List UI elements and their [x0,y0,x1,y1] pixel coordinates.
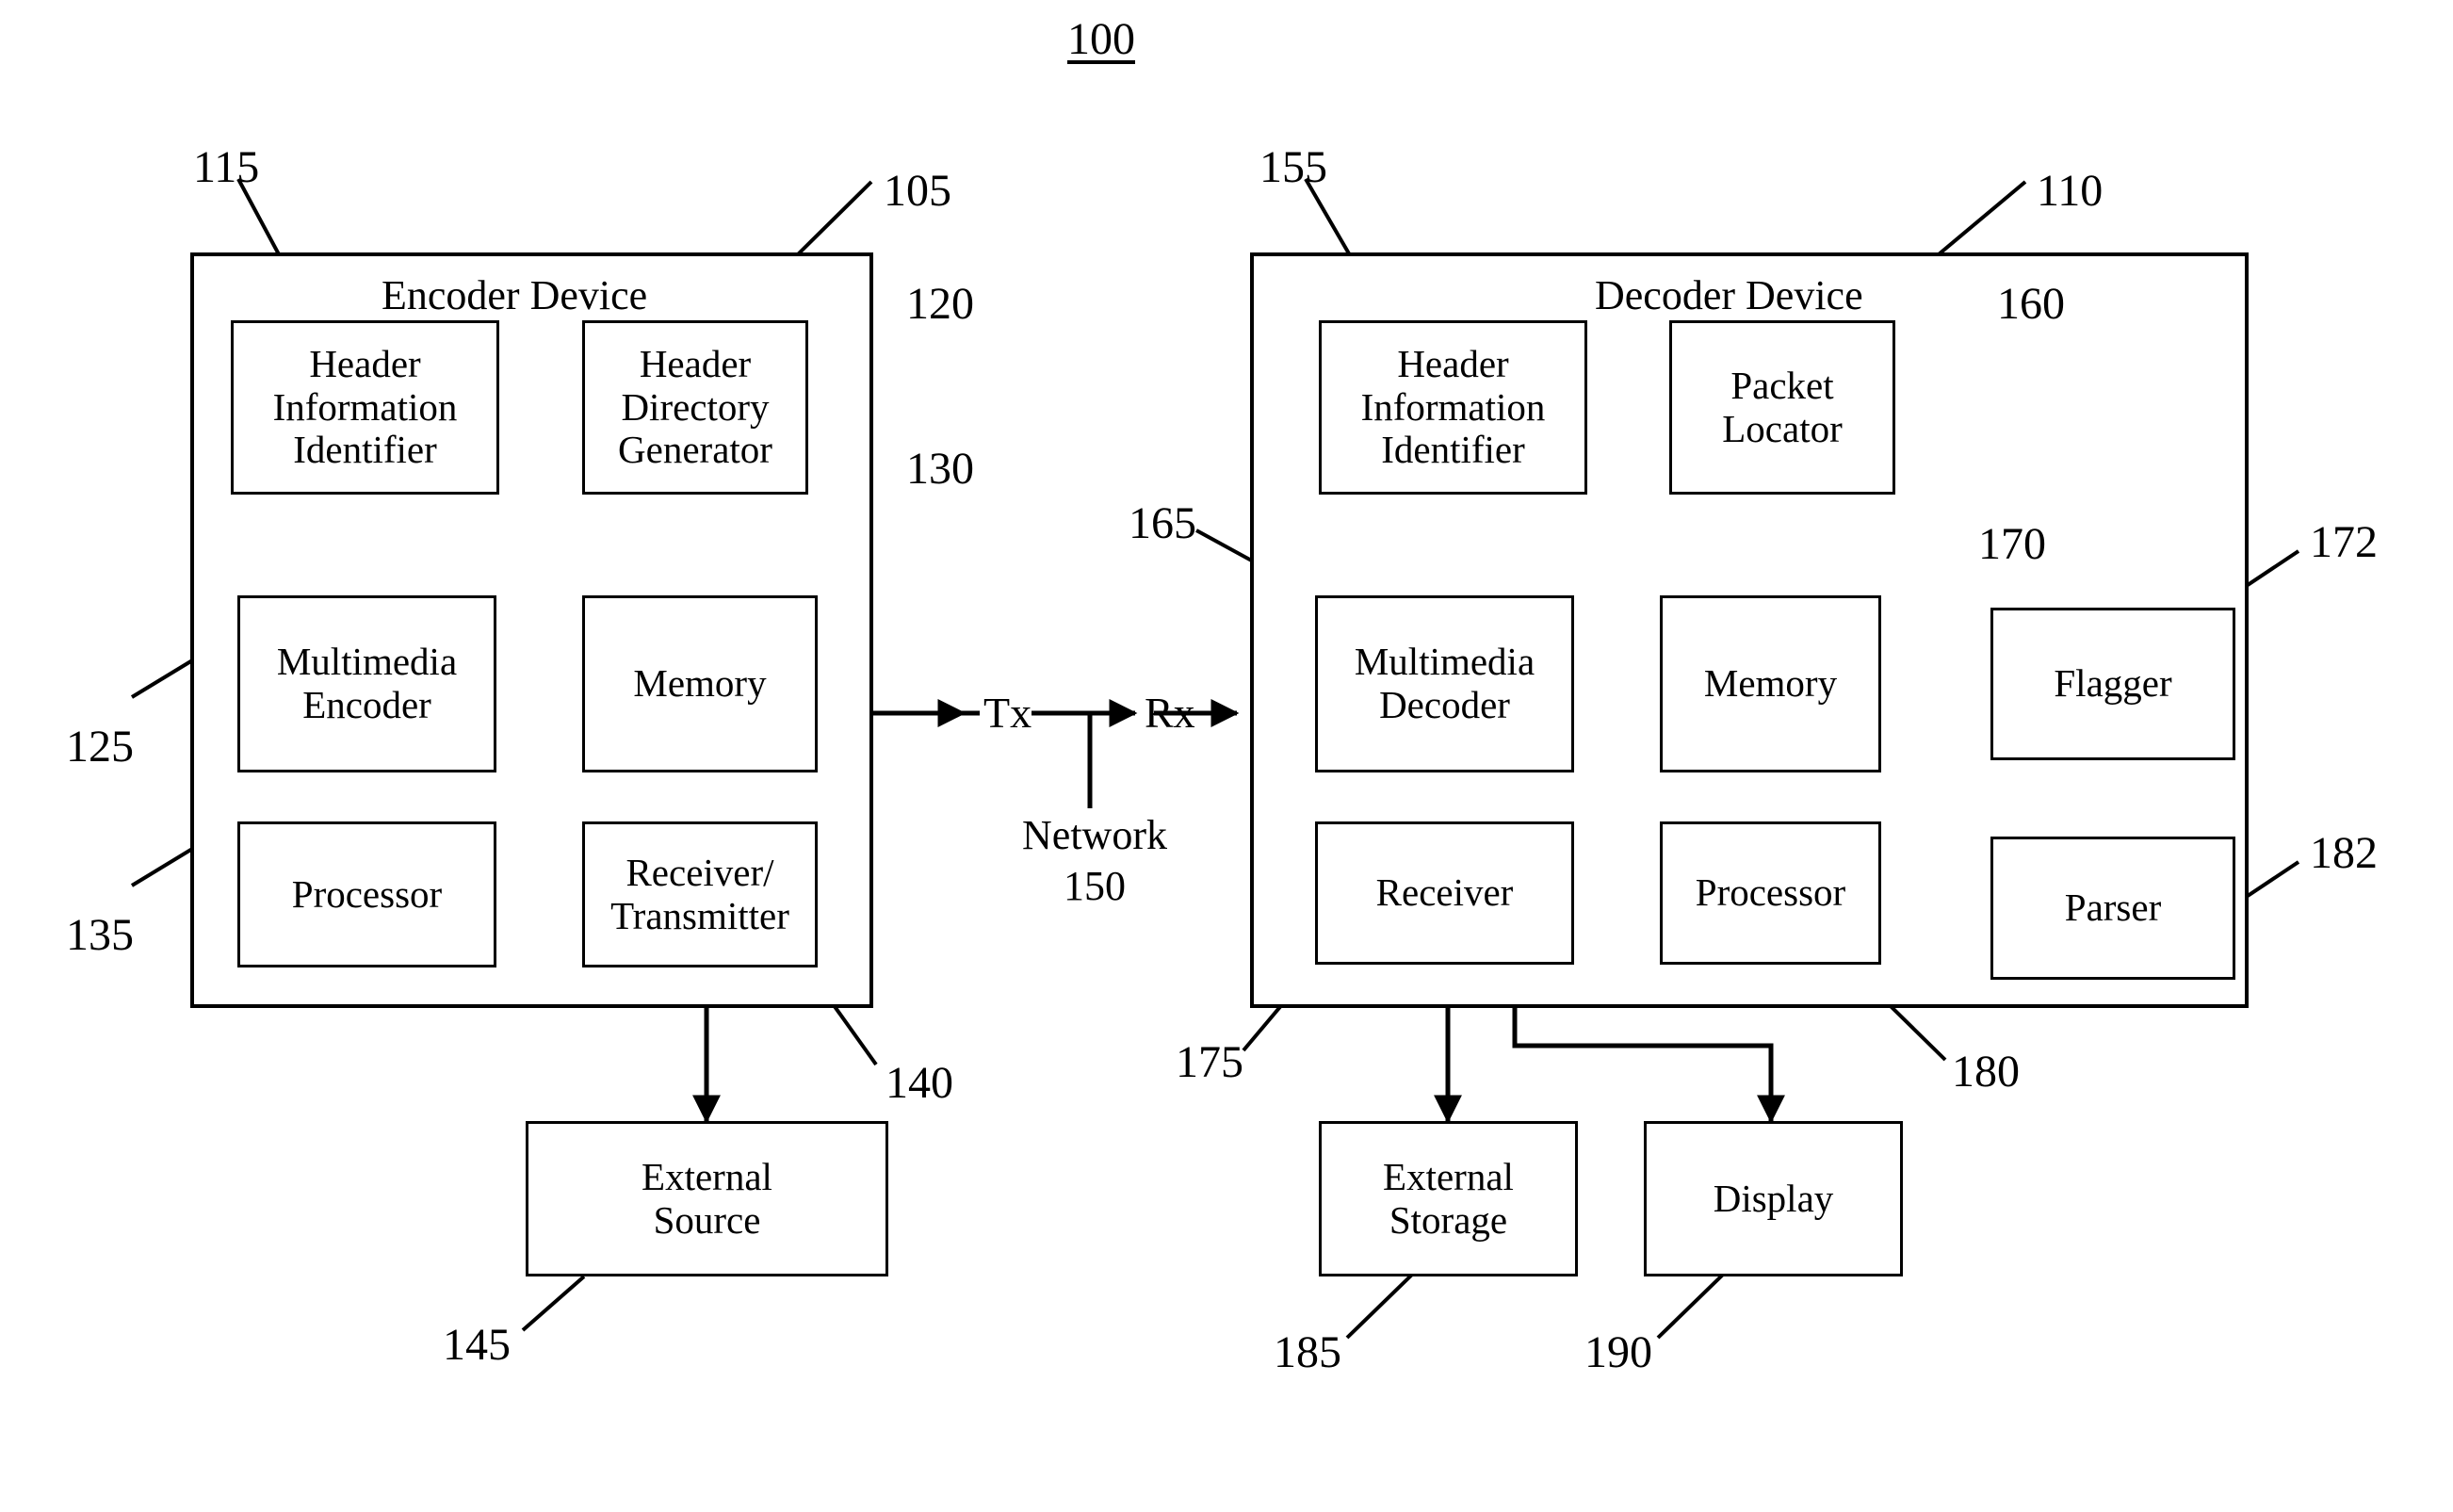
ref-165: 165 [1129,498,1196,548]
block-label: Multimedia Encoder [276,640,458,726]
ref-140: 140 [885,1058,953,1108]
block-label: Display [1713,1176,1834,1220]
ref-130: 130 [906,444,974,494]
signal-label-tx: Tx [983,689,1032,737]
ref-115: 115 [193,142,260,192]
ref-155: 155 [1259,142,1327,192]
ref-175: 175 [1176,1037,1243,1087]
block-label: Flagger [2054,661,2172,706]
block-label: External Source [642,1154,772,1242]
encoder-device-title: Encoder Device [382,272,648,318]
ref-172: 172 [2310,517,2378,567]
ref-160: 160 [1997,279,2065,329]
block-external-storage[interactable]: External Storage [1319,1121,1578,1276]
block-display[interactable]: Display [1644,1121,1903,1276]
block-label: Header Information Identifier [1360,341,1546,472]
ref-190: 190 [1584,1327,1652,1377]
block-label: Packet Locator [1722,363,1843,450]
decoder-device-title: Decoder Device [1595,272,1863,318]
leader-190 [1656,1272,1726,1340]
block-flagger[interactable]: Flagger [1990,608,2235,760]
block-packet-locator[interactable]: Packet Locator [1669,320,1895,495]
block-parser[interactable]: Parser [1990,837,2235,980]
patent-figure-canvas: 100 Encoder Device Decoder Device Header… [0,0,2453,1512]
block-label: Multimedia Decoder [1354,640,1535,726]
block-label: Memory [1703,661,1838,706]
block-external-source[interactable]: External Source [526,1121,888,1276]
block-memory-encoder[interactable]: Memory [582,595,818,772]
block-label: Header Information Identifier [272,341,458,472]
block-memory-decoder[interactable]: Memory [1660,595,1881,772]
ref-145: 145 [443,1320,511,1370]
block-label: Parser [2064,886,2162,930]
figure-number: 100 [1067,14,1135,64]
block-label: Header Directory Generator [618,341,772,472]
ref-125: 125 [66,722,134,772]
ref-185: 185 [1274,1327,1341,1377]
block-multimedia-decoder[interactable]: Multimedia Decoder [1315,595,1574,772]
block-label: Processor [291,871,443,916]
block-receiver-transmitter[interactable]: Receiver/ Transmitter [582,821,818,967]
signal-label-rx: Rx [1145,689,1195,737]
ref-180: 180 [1952,1047,2020,1097]
leader-185 [1345,1272,1415,1340]
network-label: Network 150 [1022,812,1167,909]
block-multimedia-encoder[interactable]: Multimedia Encoder [237,595,496,772]
ref-135: 135 [66,910,134,960]
block-processor-decoder[interactable]: Processor [1660,821,1881,965]
block-label: Receiver [1375,870,1514,915]
leader-145 [521,1275,586,1332]
ref-120: 120 [906,279,974,329]
block-receiver-decoder[interactable]: Receiver [1315,821,1574,965]
ref-182: 182 [2310,828,2378,878]
leader-110 [1937,180,2027,256]
block-header-directory-generator[interactable]: Header Directory Generator [582,320,808,495]
block-header-information-identifier-decoder[interactable]: Header Information Identifier [1319,320,1587,495]
ref-105: 105 [884,166,951,216]
block-header-information-identifier-encoder[interactable]: Header Information Identifier [231,320,499,495]
block-label: Processor [1695,870,1846,915]
block-label: Memory [633,661,767,706]
ref-170: 170 [1978,519,2046,569]
ref-110: 110 [2037,166,2104,216]
block-label: External Storage [1383,1154,1514,1242]
leader-105 [796,180,873,256]
block-label: Receiver/ Transmitter [610,850,789,937]
block-processor-encoder[interactable]: Processor [237,821,496,967]
